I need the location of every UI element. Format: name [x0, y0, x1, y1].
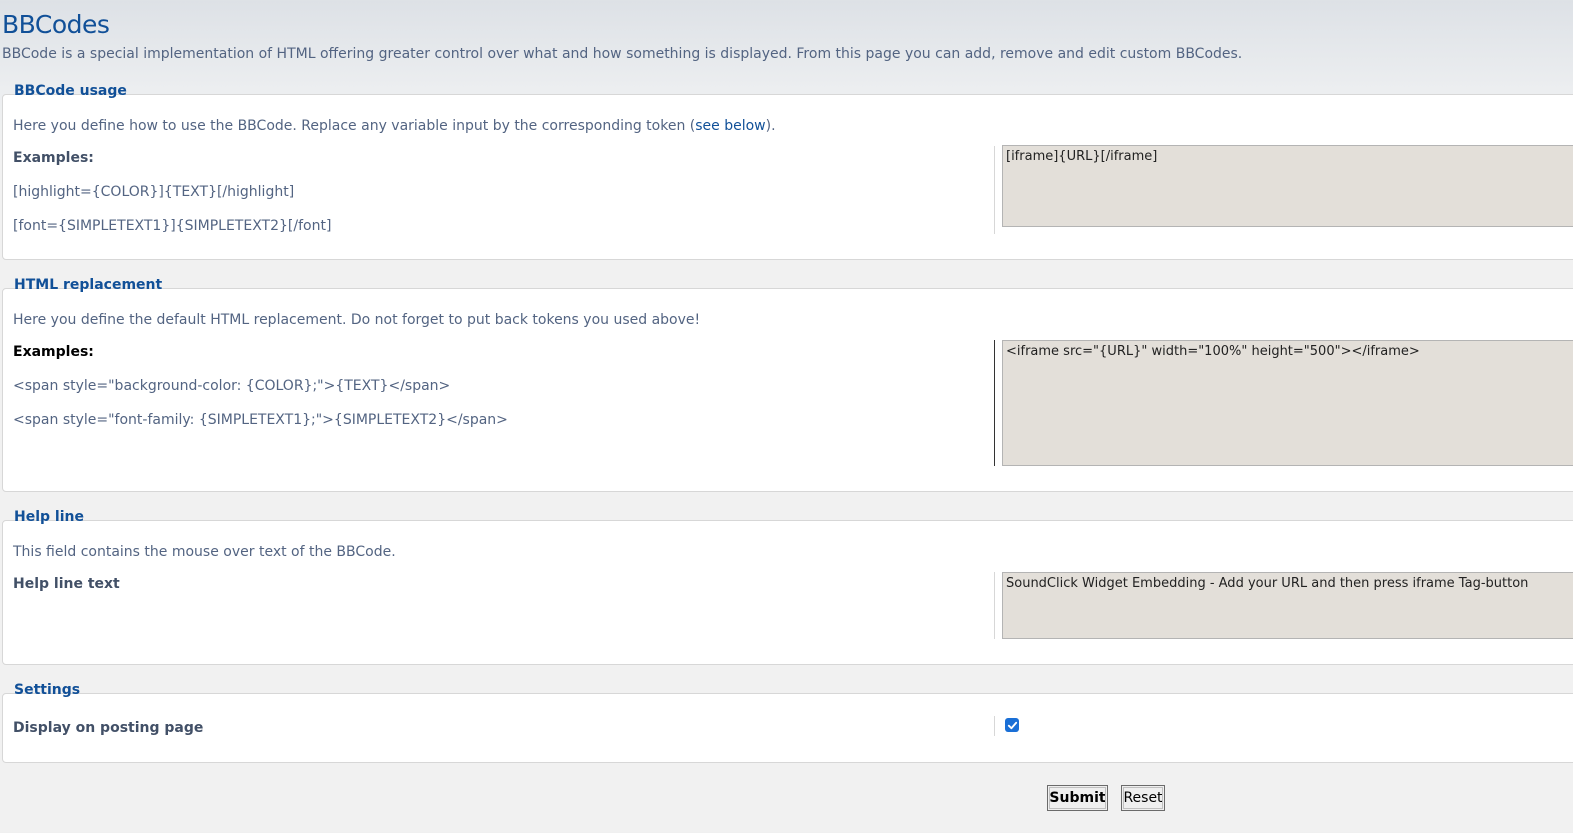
submit-button[interactable]: Submit: [1047, 785, 1108, 811]
html-example-2: <span style="font-family: {SIMPLETEXT1};…: [13, 412, 508, 428]
help-line-label: Help line text: [13, 576, 120, 592]
bbcode-usage-textarea[interactable]: [iframe]{URL}[/iframe]: [1002, 145, 1573, 227]
display-on-posting-label: Display on posting page: [13, 720, 204, 736]
settings-legend: Settings: [14, 682, 81, 698]
settings-fieldset: [2, 693, 1573, 763]
html-divider: [994, 340, 995, 466]
usage-divider: [994, 146, 995, 234]
intro-text-before: Here you define how to use the BBCode. R…: [13, 118, 696, 134]
html-replacement-intro: Here you define the default HTML replace…: [13, 312, 701, 328]
see-below-link[interactable]: see below: [695, 118, 765, 134]
bbcode-usage-legend: BBCode usage: [14, 83, 127, 99]
html-example-1: <span style="background-color: {COLOR};"…: [13, 378, 451, 394]
page-description: BBCode is a special implementation of HT…: [2, 46, 1243, 62]
usage-example-1: [highlight={COLOR}]{TEXT}[/highlight]: [13, 184, 295, 200]
usage-examples-label: Examples:: [13, 150, 94, 166]
html-examples-label: Examples:: [13, 344, 94, 360]
display-on-posting-checkbox[interactable]: [1005, 718, 1019, 732]
settings-divider: [994, 716, 995, 736]
help-line-intro: This field contains the mouse over text …: [13, 544, 396, 560]
page-title: BBCodes: [2, 10, 110, 39]
usage-example-2: [font={SIMPLETEXT1}]{SIMPLETEXT2}[/font]: [13, 218, 332, 234]
help-line-divider: [994, 572, 995, 639]
reset-button[interactable]: Reset: [1121, 785, 1165, 811]
help-line-legend: Help line: [14, 509, 84, 525]
bbcode-usage-intro: Here you define how to use the BBCode. R…: [13, 118, 776, 134]
intro-text-after: ).: [765, 118, 776, 134]
help-line-input[interactable]: SoundClick Widget Embedding - Add your U…: [1002, 572, 1573, 639]
html-replacement-legend: HTML replacement: [14, 277, 163, 293]
checkmark-icon: [1007, 721, 1017, 729]
html-replacement-textarea[interactable]: <iframe src="{URL}" width="100%" height=…: [1002, 340, 1573, 466]
